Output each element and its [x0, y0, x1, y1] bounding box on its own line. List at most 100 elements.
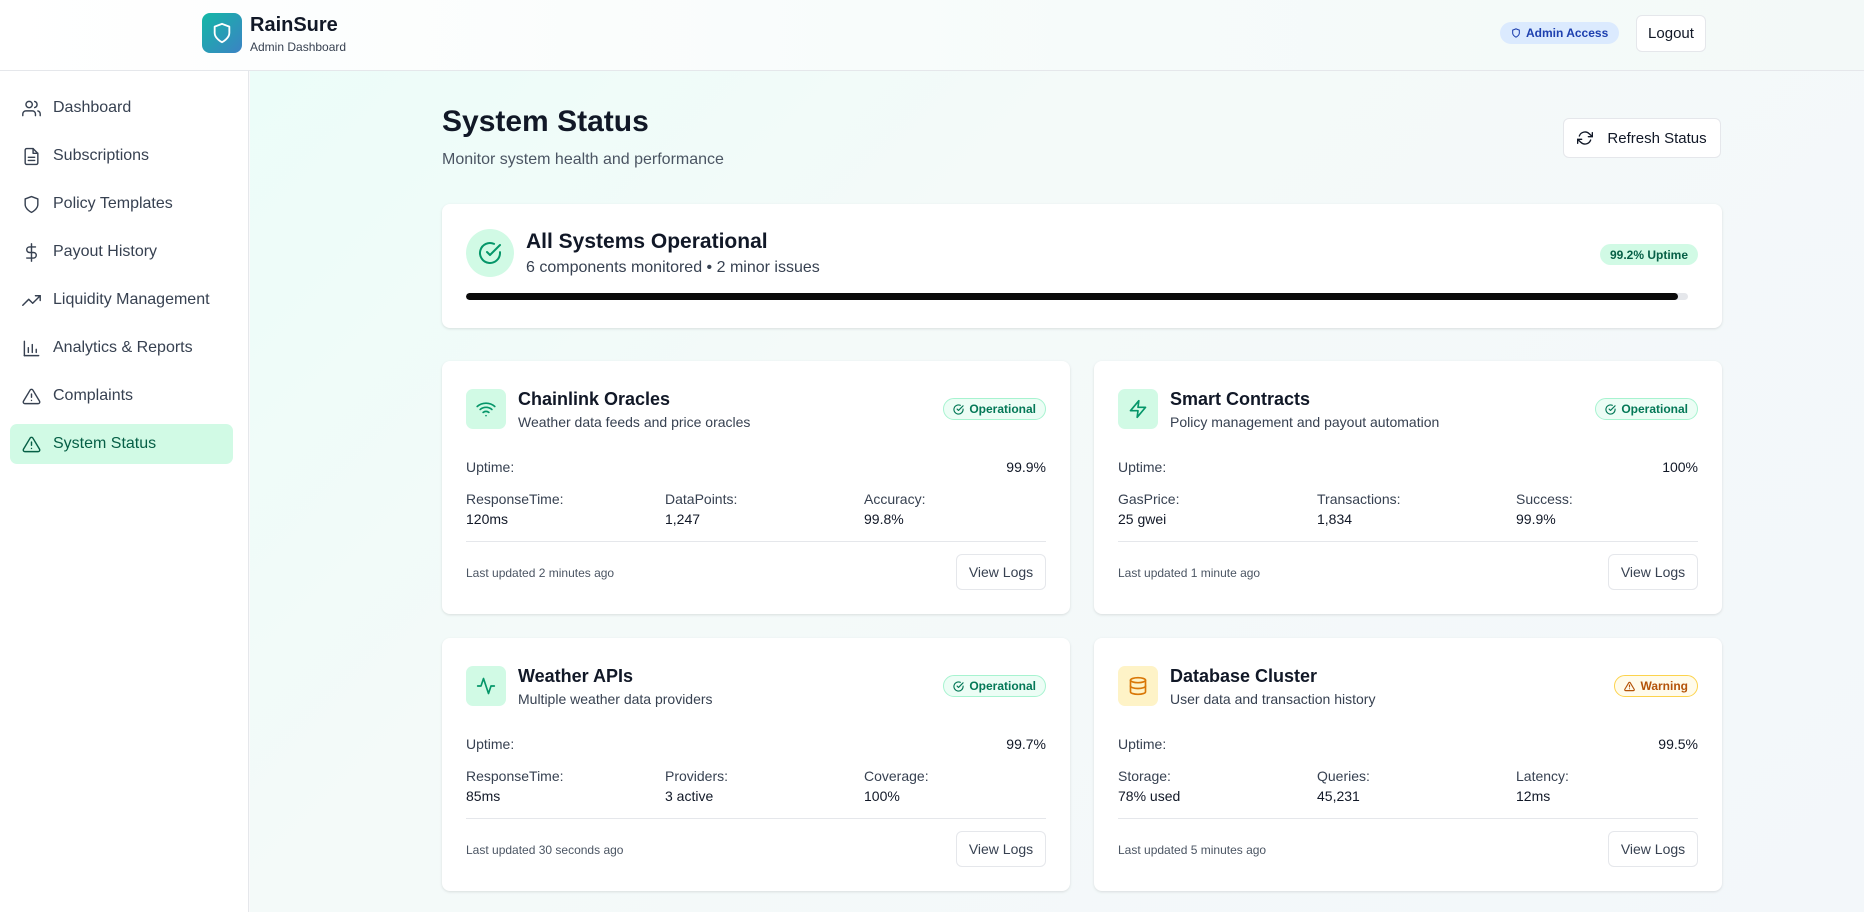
- uptime-badge: 99.2% Uptime: [1599, 244, 1698, 265]
- sidebar-item-label: Liquidity Management: [53, 291, 210, 308]
- refresh-icon: [1577, 131, 1594, 145]
- status-label: Operational: [969, 402, 1036, 416]
- metric-label: ResponseTime:: [466, 768, 564, 784]
- view-logs-button[interactable]: View Logs: [956, 554, 1046, 590]
- users-icon: [22, 100, 41, 116]
- check-circle-icon: [953, 403, 964, 415]
- component-description: Policy management and payout automation: [1170, 414, 1440, 430]
- metric-label: Success:: [1516, 491, 1573, 507]
- last-updated: Last updated 1 minute ago: [1118, 566, 1261, 580]
- check-circle-icon: [466, 229, 514, 277]
- view-logs-button[interactable]: View Logs: [1608, 554, 1698, 590]
- uptime-label: Uptime:: [466, 736, 515, 752]
- metric-value: 3 active: [665, 788, 714, 804]
- sidebar: Dashboard Subscriptions Policy Templates…: [0, 71, 249, 912]
- component-card-database-cluster: Database Cluster User data and transacti…: [1094, 638, 1722, 891]
- component-title: Database Cluster: [1170, 666, 1318, 686]
- logout-button[interactable]: Logout: [1636, 15, 1706, 52]
- last-updated: Last updated 5 minutes ago: [1118, 843, 1267, 857]
- divider: [1118, 818, 1698, 819]
- wifi-icon: [466, 389, 506, 429]
- metric-value: 100%: [864, 788, 900, 804]
- sidebar-item-label: Payout History: [53, 243, 158, 260]
- uptime-value: 99.5%: [1658, 736, 1698, 752]
- shield-icon: [1512, 28, 1520, 38]
- top-header: RainSure Admin Dashboard Admin Access Lo…: [0, 0, 1864, 71]
- metric-value: 85ms: [466, 788, 501, 804]
- sidebar-item-label: System Status: [53, 435, 157, 452]
- sidebar-item-policy-templates[interactable]: Policy Templates: [10, 184, 233, 224]
- metric-label: Latency:: [1516, 768, 1569, 784]
- metric-value: 25 gwei: [1118, 511, 1167, 527]
- component-title: Smart Contracts: [1170, 389, 1311, 409]
- view-logs-button[interactable]: View Logs: [956, 831, 1046, 867]
- page-subtitle: Monitor system health and performance: [442, 151, 724, 168]
- uptime-progress-bar: [466, 293, 1688, 300]
- component-title: Weather APIs: [518, 666, 634, 686]
- status-label: Operational: [1621, 402, 1688, 416]
- admin-access-badge: Admin Access: [1500, 22, 1620, 44]
- dollar-icon: [26, 242, 37, 262]
- sidebar-item-system-status[interactable]: System Status: [10, 424, 233, 464]
- sidebar-item-label: Dashboard: [53, 99, 132, 116]
- uptime-label: Uptime:: [1118, 459, 1167, 475]
- metric-value: 1,247: [665, 511, 701, 527]
- activity-icon: [466, 666, 506, 706]
- metric-label: ResponseTime:: [466, 491, 564, 507]
- divider: [466, 541, 1046, 542]
- component-card-weather-apis: Weather APIs Multiple weather data provi…: [442, 638, 1070, 891]
- sidebar-item-analytics-reports[interactable]: Analytics & Reports: [10, 328, 233, 368]
- shield-icon: [213, 22, 231, 44]
- view-logs-button[interactable]: View Logs: [1608, 831, 1698, 867]
- component-description: Weather data feeds and price oracles: [518, 414, 751, 430]
- sidebar-item-dashboard[interactable]: Dashboard: [10, 88, 233, 128]
- metric-label: DataPoints:: [665, 491, 738, 507]
- sidebar-item-payout-history[interactable]: Payout History: [10, 232, 233, 272]
- metric-value: 45,231: [1317, 788, 1360, 804]
- component-description: Multiple weather data providers: [518, 691, 713, 707]
- divider: [1118, 541, 1698, 542]
- uptime-progress-fill: [466, 293, 1679, 300]
- metric-value: 120ms: [466, 511, 509, 527]
- sidebar-item-label: Policy Templates: [53, 195, 173, 212]
- metric-label: Providers:: [665, 768, 729, 784]
- status-label: Warning: [1640, 679, 1688, 693]
- metric-value: 1,834: [1317, 511, 1353, 527]
- page-title: System Status: [442, 105, 649, 138]
- divider: [466, 818, 1046, 819]
- admin-badge-label: Admin Access: [1526, 26, 1609, 40]
- metric-label: Coverage:: [864, 768, 929, 784]
- app-subtitle: Admin Dashboard: [250, 40, 347, 54]
- status-badge: Operational: [943, 675, 1046, 697]
- component-card-chainlink-oracles: Chainlink Oracles Weather data feeds and…: [442, 361, 1070, 614]
- trending-up-icon: [22, 294, 41, 306]
- uptime-label: Uptime:: [1118, 736, 1167, 752]
- status-badge: Warning: [1614, 675, 1698, 697]
- uptime-label: Uptime:: [466, 459, 515, 475]
- logo[interactable]: [202, 13, 242, 53]
- sidebar-item-liquidity-management[interactable]: Liquidity Management: [10, 280, 233, 320]
- metric-value: 99.8%: [864, 511, 904, 527]
- sidebar-item-subscriptions[interactable]: Subscriptions: [10, 136, 233, 176]
- uptime-value: 99.9%: [1006, 459, 1046, 475]
- database-icon: [1118, 666, 1158, 706]
- refresh-label: Refresh Status: [1607, 129, 1707, 147]
- metric-value: 78% used: [1118, 788, 1181, 804]
- sidebar-item-label: Subscriptions: [53, 147, 150, 164]
- last-updated: Last updated 2 minutes ago: [466, 566, 615, 580]
- metric-label: Storage:: [1118, 768, 1171, 784]
- refresh-status-button[interactable]: Refresh Status: [1563, 118, 1721, 158]
- overview-summary: 6 components monitored • 2 minor issues: [526, 259, 820, 276]
- alert-triangle-icon: [22, 436, 41, 452]
- sidebar-item-complaints[interactable]: Complaints: [10, 376, 233, 416]
- main-content: System Status Monitor system health and …: [250, 71, 1864, 912]
- status-label: Operational: [969, 679, 1036, 693]
- metric-label: Queries:: [1317, 768, 1370, 784]
- system-overview-card: All Systems Operational 6 components mon…: [442, 204, 1722, 328]
- metric-value: 12ms: [1516, 788, 1551, 804]
- shield-icon: [24, 195, 39, 213]
- metric-label: Transactions:: [1317, 491, 1401, 507]
- bar-chart-icon: [23, 340, 40, 356]
- status-badge: Operational: [1595, 398, 1698, 420]
- file-text-icon: [24, 147, 39, 165]
